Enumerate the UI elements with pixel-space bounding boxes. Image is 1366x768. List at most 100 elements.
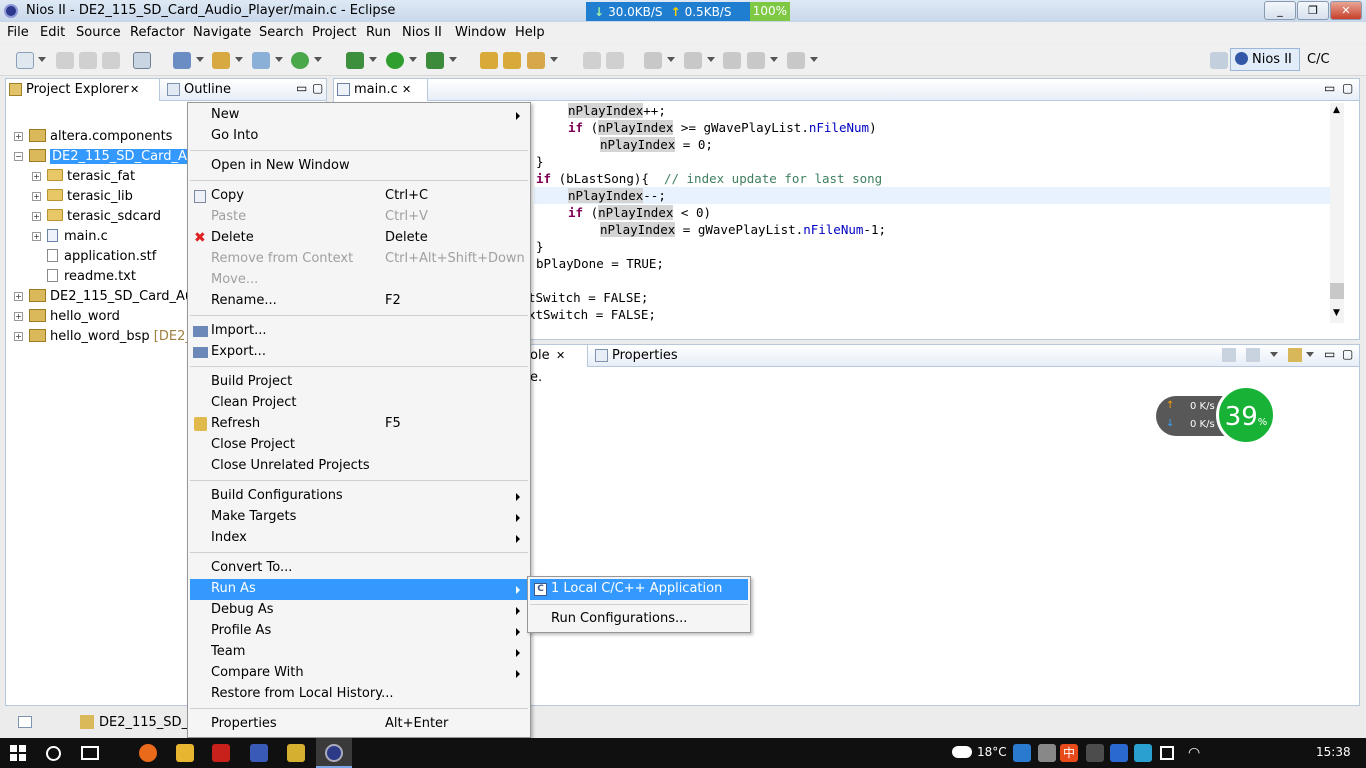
quartus-icon[interactable] xyxy=(250,744,268,762)
minimize-view-icon[interactable]: ▭ xyxy=(1324,81,1335,95)
pdf-reader-icon[interactable] xyxy=(212,744,230,762)
new-source-dropdown-icon[interactable] xyxy=(275,57,283,62)
new-dropdown-icon[interactable] xyxy=(38,57,46,62)
code-line[interactable]: if (bLastSong){ // index update for last… xyxy=(536,170,882,187)
fast-view-icon[interactable] xyxy=(18,716,32,728)
expand-icon[interactable]: + xyxy=(32,232,41,241)
menu-item-refresh[interactable]: Refresh F5 xyxy=(190,414,528,435)
tree-item[interactable]: − DE2_115_SD_Card_Audi xyxy=(14,147,209,167)
open-perspective-icon[interactable] xyxy=(1210,52,1228,69)
open-console-icon[interactable] xyxy=(1288,348,1302,362)
save-icon[interactable] xyxy=(56,52,74,69)
code-line[interactable]: nPlayIndex++; xyxy=(568,102,666,119)
tab-outline[interactable]: Outline xyxy=(164,79,264,101)
new-source-icon[interactable] xyxy=(252,52,270,69)
tree-item[interactable]: + terasic_lib xyxy=(32,187,133,207)
menu-window[interactable]: Window xyxy=(455,25,506,40)
menu-item-delete[interactable]: ✖ Delete Delete xyxy=(190,228,528,249)
save-all-icon[interactable] xyxy=(79,52,97,69)
menu-item-run-configurations[interactable]: Run Configurations... xyxy=(530,609,748,630)
open-console-dropdown-icon[interactable] xyxy=(1306,352,1314,357)
tree-item[interactable]: + hello_word xyxy=(14,307,120,327)
menu-run[interactable]: Run xyxy=(366,25,391,40)
expand-icon[interactable]: + xyxy=(14,332,23,341)
ime-indicator[interactable]: 中 xyxy=(1060,744,1078,762)
tray-icon[interactable] xyxy=(1038,744,1056,762)
new-project-icon[interactable] xyxy=(173,52,191,69)
open-type-icon[interactable] xyxy=(480,52,498,69)
menu-item-compare-with[interactable]: Compare With xyxy=(190,663,528,684)
build-dropdown-icon[interactable] xyxy=(314,57,322,62)
menu-item-local-cpp-application[interactable]: C1 Local C/C++ Application xyxy=(530,579,748,600)
close-icon[interactable]: ✕ xyxy=(402,79,411,100)
expand-icon[interactable]: + xyxy=(32,212,41,221)
prev-annotation-dropdown-icon[interactable] xyxy=(707,57,715,62)
menu-item-clean-project[interactable]: Clean Project xyxy=(190,393,528,414)
tree-item[interactable]: + main.c xyxy=(32,227,108,247)
menu-item-properties[interactable]: Properties Alt+Enter xyxy=(190,714,528,735)
close-icon[interactable]: ✕ xyxy=(556,345,565,366)
menu-project[interactable]: Project xyxy=(312,25,356,40)
new-folder-dropdown-icon[interactable] xyxy=(235,57,243,62)
menu-source[interactable]: Source xyxy=(76,25,121,40)
tab-project-explorer[interactable]: Project Explorer ✕ xyxy=(6,79,160,101)
next-annotation-dropdown-icon[interactable] xyxy=(667,57,675,62)
code-line[interactable]: bPlayDone = TRUE; xyxy=(536,255,664,272)
new-project-dropdown-icon[interactable] xyxy=(196,57,204,62)
code-line[interactable]: nPlayIndex = 0; xyxy=(600,136,713,153)
menu-item-close-unrelated[interactable]: Close Unrelated Projects xyxy=(190,456,528,477)
tree-item[interactable]: + hello_word_bsp [DE2_1 xyxy=(14,327,200,347)
close-icon[interactable]: ✕ xyxy=(130,79,139,100)
console-dropdown-icon[interactable] xyxy=(1270,352,1278,357)
code-line[interactable]: } xyxy=(536,153,544,170)
menu-item-debug-as[interactable]: Debug As xyxy=(190,600,528,621)
menu-item-export[interactable]: Export... xyxy=(190,342,528,363)
eclipse-task-button[interactable] xyxy=(316,738,352,768)
run-icon[interactable] xyxy=(386,52,404,69)
annotation-icon[interactable] xyxy=(583,52,601,69)
tree-item[interactable]: application.stf xyxy=(47,247,156,267)
build-icon[interactable] xyxy=(291,52,309,69)
menu-item-import[interactable]: Import... xyxy=(190,321,528,342)
debug-dropdown-icon[interactable] xyxy=(369,57,377,62)
prev-annotation-icon[interactable] xyxy=(684,52,702,69)
menu-item-open-new-window[interactable]: Open in New Window xyxy=(190,156,528,177)
scroll-up-icon[interactable]: ▲ xyxy=(1333,105,1340,115)
menu-item-build-configurations[interactable]: Build Configurations xyxy=(190,486,528,507)
minimize-view-icon[interactable]: ▭ xyxy=(296,81,307,95)
expand-icon[interactable]: + xyxy=(14,132,23,141)
next-annotation-icon[interactable] xyxy=(644,52,662,69)
memory-usage-circle[interactable]: 39% xyxy=(1216,385,1276,445)
menu-navigate[interactable]: Navigate xyxy=(193,25,251,40)
expand-icon[interactable]: + xyxy=(32,172,41,181)
search-icon[interactable] xyxy=(527,52,545,69)
collapse-icon[interactable]: − xyxy=(14,152,23,161)
open-element-icon[interactable] xyxy=(503,52,521,69)
tray-icon[interactable] xyxy=(1110,744,1128,762)
code-line[interactable]: if (nPlayIndex < 0) xyxy=(568,204,711,221)
menu-item-index[interactable]: Index xyxy=(190,528,528,549)
scrollbar-thumb[interactable] xyxy=(1330,283,1344,299)
security-icon[interactable] xyxy=(1013,744,1031,762)
menu-item-profile-as[interactable]: Profile As xyxy=(190,621,528,642)
tree-item[interactable]: + altera.components xyxy=(14,127,172,147)
menu-item-go-into[interactable]: Go Into xyxy=(190,126,528,147)
menu-edit[interactable]: Edit xyxy=(40,25,65,40)
search-dropdown-icon[interactable] xyxy=(550,57,558,62)
tree-item[interactable]: + terasic_fat xyxy=(32,167,135,187)
menu-item-convert-to[interactable]: Convert To... xyxy=(190,558,528,579)
expand-icon[interactable]: + xyxy=(32,192,41,201)
marker-icon[interactable] xyxy=(606,52,624,69)
display-console-icon[interactable] xyxy=(1246,348,1260,362)
code-line[interactable]: } xyxy=(536,238,544,255)
tab-main-c[interactable]: main.c ✕ xyxy=(334,79,428,101)
task-view-icon[interactable] xyxy=(81,746,99,760)
tree-item[interactable]: + DE2_115_SD_Card_Audi xyxy=(14,287,205,307)
wifi-icon[interactable]: ◠ xyxy=(1188,745,1200,761)
external-tools-dropdown-icon[interactable] xyxy=(449,57,457,62)
tray-icon[interactable] xyxy=(1086,744,1104,762)
menu-item-close-project[interactable]: Close Project xyxy=(190,435,528,456)
tray-icon[interactable] xyxy=(1134,744,1152,762)
menu-refactor[interactable]: Refactor xyxy=(130,25,185,40)
expand-icon[interactable]: + xyxy=(14,312,23,321)
